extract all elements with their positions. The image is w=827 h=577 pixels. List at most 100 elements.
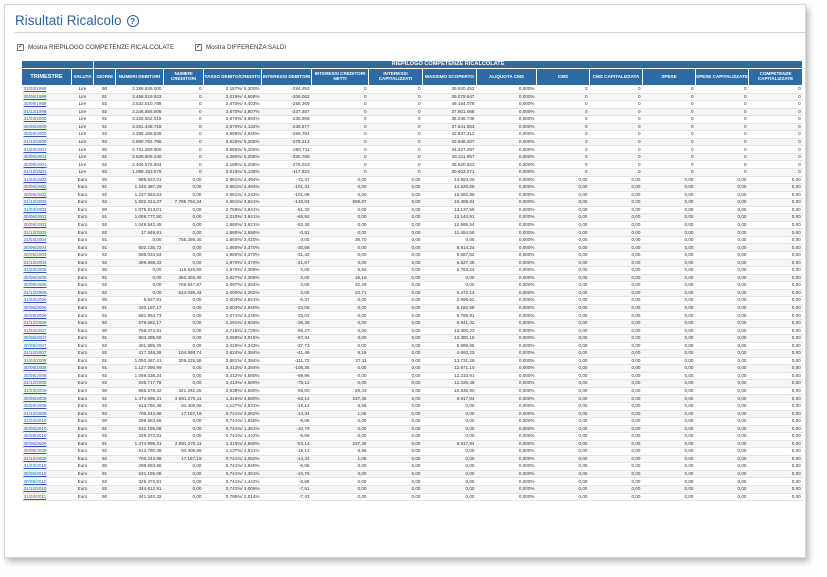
quarter-link[interactable]: 30/06/2007 [21, 334, 72, 343]
table-cell: 0,00 [368, 402, 423, 411]
table-cell: 91 [93, 93, 116, 102]
table-cell: 32,29 [311, 281, 369, 290]
quarter-link[interactable]: 30/09/2009 [21, 447, 72, 456]
table-cell: 0,00 [368, 191, 423, 200]
quarter-link[interactable]: 30/09/2008 [21, 372, 72, 381]
quarter-link[interactable]: 31/03/2010 [21, 417, 72, 426]
quarter-link[interactable]: 30/06/2005 [21, 274, 72, 283]
quarter-link[interactable]: 31/12/1999 [21, 108, 72, 117]
table-cell: 92 [93, 108, 116, 117]
quarter-link[interactable]: 30/09/2002 [21, 191, 72, 200]
quarter-link[interactable]: 31/12/2007 [21, 349, 72, 358]
quarter-link[interactable]: 30/06/2006 [21, 304, 72, 313]
option-riepilogo[interactable]: ✓ Mostra RIEPILOGO COMPETENZE RICALCOLAT… [17, 44, 174, 51]
option-differenza-saldi[interactable]: ✓ Mostra DIFFERENZA SALDI [195, 44, 286, 51]
quarter-link[interactable]: 31/12/2003 [21, 228, 72, 237]
table-cell: 350.302,40 [163, 274, 204, 283]
table-cell: 0,00 [642, 470, 696, 479]
table-cell: 0,000% [476, 410, 537, 419]
table-cell: 0,00 [642, 221, 696, 230]
table-cell: 90 [93, 85, 116, 94]
quarter-link[interactable]: 31/12/2002 [21, 198, 72, 207]
quarter-link[interactable]: 31/12/2009 [21, 455, 72, 464]
quarter-link[interactable]: 30/09/2009 [21, 402, 72, 411]
table-cell: 0 [163, 130, 204, 139]
quarter-link[interactable]: 31/03/1999 [21, 85, 72, 94]
quarter-link[interactable]: 31/03/2011 [21, 493, 72, 502]
table-cell: 0,00 [536, 349, 590, 358]
quarter-link[interactable]: 30/09/2004 [21, 251, 72, 260]
quarter-link[interactable]: 30/06/2010 [21, 425, 72, 434]
quarter-link[interactable]: 30/06/2000 [21, 123, 72, 132]
help-circle-icon[interactable]: ? [126, 14, 139, 27]
quarter-link[interactable]: 31/12/2006 [21, 319, 72, 328]
table-cell: 417.348,28 [115, 349, 164, 358]
quarter-link[interactable]: 30/09/2003 [21, 221, 72, 230]
quarter-link[interactable]: 30/09/2010 [21, 432, 72, 441]
quarter-link[interactable]: 30/06/2003 [21, 213, 72, 222]
quarter-link[interactable]: 30/06/2009 [21, 440, 72, 449]
quarter-link[interactable]: 31/12/2000 [21, 138, 72, 147]
quarter-link[interactable]: 31/03/2005 [21, 266, 72, 275]
table-cell: 0 [695, 145, 749, 154]
table-cell: 0,00 [422, 455, 477, 464]
table-cell: Euro [71, 425, 94, 434]
table-cell: 835.717,78 [115, 379, 164, 388]
table-cell: 0,00 [115, 274, 164, 283]
quarter-link[interactable]: 30/09/2006 [21, 311, 72, 320]
checkbox-riepilogo[interactable]: ✓ [17, 44, 24, 51]
quarter-link[interactable]: 31/12/2005 [21, 289, 72, 298]
quarter-link[interactable]: 31/12/2010 [21, 485, 72, 494]
quarter-link[interactable]: 30/06/2001 [21, 153, 72, 162]
table-cell: 0,00 [695, 319, 749, 328]
checkbox-differenza-saldi[interactable]: ✓ [195, 44, 202, 51]
table-cell: 0,00 [311, 470, 369, 479]
table-cell: 0,00 [748, 198, 803, 207]
table-cell: 1,137%/ 4,531% [203, 402, 262, 411]
quarter-link[interactable]: 31/03/2009 [21, 387, 72, 396]
quarter-link[interactable]: 31/03/2010 [21, 462, 72, 471]
quarter-link[interactable]: 31/03/2001 [21, 145, 72, 154]
quarter-link[interactable]: 31/03/2007 [21, 327, 72, 336]
quarter-link[interactable]: 30/09/2005 [21, 281, 72, 290]
quarter-link[interactable]: 30/09/2007 [21, 342, 72, 351]
table-cell: 0,00 [368, 319, 423, 328]
quarter-link[interactable]: 30/09/2000 [21, 130, 72, 139]
quarter-link[interactable]: 31/12/2004 [21, 259, 72, 268]
quarter-link[interactable]: 31/03/2004 [21, 236, 72, 245]
quarter-link[interactable]: 31/03/2003 [21, 206, 72, 215]
table-cell: 0,00 [695, 432, 749, 441]
quarter-link[interactable]: 31/12/2009 [21, 410, 72, 419]
table-cell: 35.620.522 [422, 160, 477, 169]
quarter-link[interactable]: 30/09/1999 [21, 100, 72, 109]
table-cell: 9.917,94 [422, 394, 477, 403]
quarter-link[interactable]: 30/06/2008 [21, 364, 72, 373]
quarter-link[interactable]: 31/03/2008 [21, 357, 72, 366]
table-cell: 13.144,91 [422, 213, 477, 222]
quarter-link[interactable]: 31/03/2000 [21, 115, 72, 124]
table-cell: 0,00 [589, 198, 643, 207]
quarter-link[interactable]: 31/12/2001 [21, 168, 72, 177]
quarter-link[interactable]: 31/12/2008 [21, 379, 72, 388]
table-cell: 2.880.792.796 [115, 138, 164, 147]
table-cell: 0,00 [311, 206, 369, 215]
quarter-link[interactable]: 31/03/2002 [21, 176, 72, 185]
table-cell: 0,000% [476, 85, 537, 94]
table-cell: -56,27 [261, 327, 312, 336]
table-cell: 0,00 [311, 221, 369, 230]
table-cell: Euro [71, 470, 94, 479]
table-cell: 0,00 [536, 447, 590, 456]
quarter-link[interactable]: 31/03/2006 [21, 296, 72, 305]
quarter-link[interactable]: 30/06/2010 [21, 470, 72, 479]
table-cell: 706.847,87 [163, 281, 204, 290]
quarter-link[interactable]: 30/09/2010 [21, 477, 72, 486]
table-cell: 0,00 [642, 259, 696, 268]
table-cell: -148,83 [261, 198, 312, 207]
quarter-link[interactable]: 30/09/2001 [21, 160, 72, 169]
quarter-link[interactable]: 30/06/2002 [21, 183, 72, 192]
table-cell: 237,36 [311, 394, 369, 403]
quarter-link[interactable]: 30/06/2009 [21, 394, 72, 403]
quarter-link[interactable]: 30/06/1999 [21, 93, 72, 102]
quarter-link[interactable]: 30/06/2004 [21, 243, 72, 253]
table-row: 31/12/2009 Euro 92 706.243,98 17.157,19 0,741… [21, 455, 803, 464]
